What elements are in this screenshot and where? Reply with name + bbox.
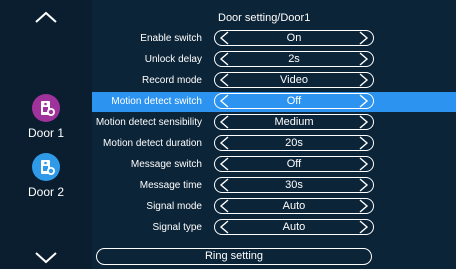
setting-value-selector[interactable]: On — [214, 30, 374, 46]
setting-label: Enable switch — [140, 33, 202, 44]
chevron-left-icon[interactable] — [218, 157, 232, 171]
chevron-left-icon[interactable] — [218, 31, 232, 45]
chevron-left-icon[interactable] — [218, 115, 232, 129]
setting-row[interactable]: Unlock delay 2s — [92, 50, 456, 70]
ring-setting-button[interactable]: Ring setting — [96, 248, 372, 265]
setting-value: Off — [286, 95, 302, 107]
door-1-label: Door 1 — [27, 126, 65, 140]
chevron-right-icon[interactable] — [356, 136, 370, 150]
setting-value-selector[interactable]: Auto — [214, 198, 374, 214]
chevron-right-icon[interactable] — [356, 220, 370, 234]
setting-label: Motion detect switch — [111, 96, 202, 107]
door-phone-icon — [32, 153, 60, 181]
setting-label: Record mode — [141, 75, 202, 86]
setting-label: Signal mode — [146, 201, 202, 212]
chevron-up-icon[interactable] — [33, 10, 59, 24]
settings-panel: Door setting/Door1 Enable switch On Unlock… — [92, 0, 456, 269]
chevron-left-icon[interactable] — [218, 220, 232, 234]
setting-value: Medium — [274, 116, 314, 128]
chevron-left-icon[interactable] — [218, 52, 232, 66]
chevron-left-icon[interactable] — [218, 136, 232, 150]
setting-label: Motion detect sensibility — [95, 117, 202, 128]
setting-row[interactable]: Motion detect switch Off — [92, 92, 456, 112]
door-1-item[interactable]: Door 1 — [0, 94, 92, 140]
setting-value-selector[interactable]: 20s — [214, 135, 374, 151]
setting-row[interactable]: Motion detect duration 20s — [92, 134, 456, 154]
page-title: Door setting/Door1 — [218, 12, 311, 24]
chevron-right-icon[interactable] — [356, 178, 370, 192]
setting-value: Auto — [282, 200, 306, 212]
door-2-item[interactable]: Door 2 — [0, 153, 92, 199]
setting-value-selector[interactable]: 2s — [214, 51, 374, 67]
setting-value: Off — [286, 158, 302, 170]
chevron-left-icon[interactable] — [218, 73, 232, 87]
setting-row[interactable]: Signal type Auto — [92, 218, 456, 238]
setting-row[interactable]: Record mode Video — [92, 71, 456, 91]
chevron-right-icon[interactable] — [356, 52, 370, 66]
setting-value: 30s — [285, 179, 303, 191]
chevron-left-icon[interactable] — [218, 94, 232, 108]
door-phone-icon — [32, 94, 60, 122]
setting-value-selector[interactable]: Off — [214, 156, 374, 172]
setting-value-selector[interactable]: 30s — [214, 177, 374, 193]
setting-value-selector[interactable]: Auto — [214, 219, 374, 235]
chevron-right-icon[interactable] — [356, 199, 370, 213]
setting-row[interactable]: Signal mode Auto — [92, 197, 456, 217]
chevron-down-icon[interactable] — [33, 251, 59, 265]
chevron-left-icon[interactable] — [218, 199, 232, 213]
chevron-right-icon[interactable] — [356, 115, 370, 129]
setting-value-selector[interactable]: Video — [214, 72, 374, 88]
door-2-label: Door 2 — [27, 185, 65, 199]
chevron-right-icon[interactable] — [356, 73, 370, 87]
chevron-right-icon[interactable] — [356, 94, 370, 108]
setting-row[interactable]: Motion detect sensibility Medium — [92, 113, 456, 133]
setting-label: Motion detect duration — [103, 138, 202, 149]
setting-row[interactable]: Message switch Off — [92, 155, 456, 175]
setting-value-selector[interactable]: Medium — [214, 114, 374, 130]
setting-label: Signal type — [152, 222, 202, 233]
setting-value: Video — [280, 74, 308, 86]
setting-label: Message time — [139, 180, 202, 191]
setting-row[interactable]: Message time 30s — [92, 176, 456, 196]
setting-value: 2s — [288, 53, 300, 65]
setting-value: 20s — [285, 137, 303, 149]
door-sidebar: Door 1 Door 2 — [0, 0, 92, 269]
setting-label: Unlock delay — [144, 54, 202, 65]
chevron-left-icon[interactable] — [218, 178, 232, 192]
chevron-right-icon[interactable] — [356, 31, 370, 45]
setting-value-selector[interactable]: Off — [214, 93, 374, 109]
setting-row[interactable]: Enable switch On — [92, 29, 456, 49]
chevron-right-icon[interactable] — [356, 157, 370, 171]
setting-label: Message switch — [130, 159, 202, 170]
setting-value: On — [286, 32, 302, 44]
setting-value: Auto — [282, 221, 306, 233]
